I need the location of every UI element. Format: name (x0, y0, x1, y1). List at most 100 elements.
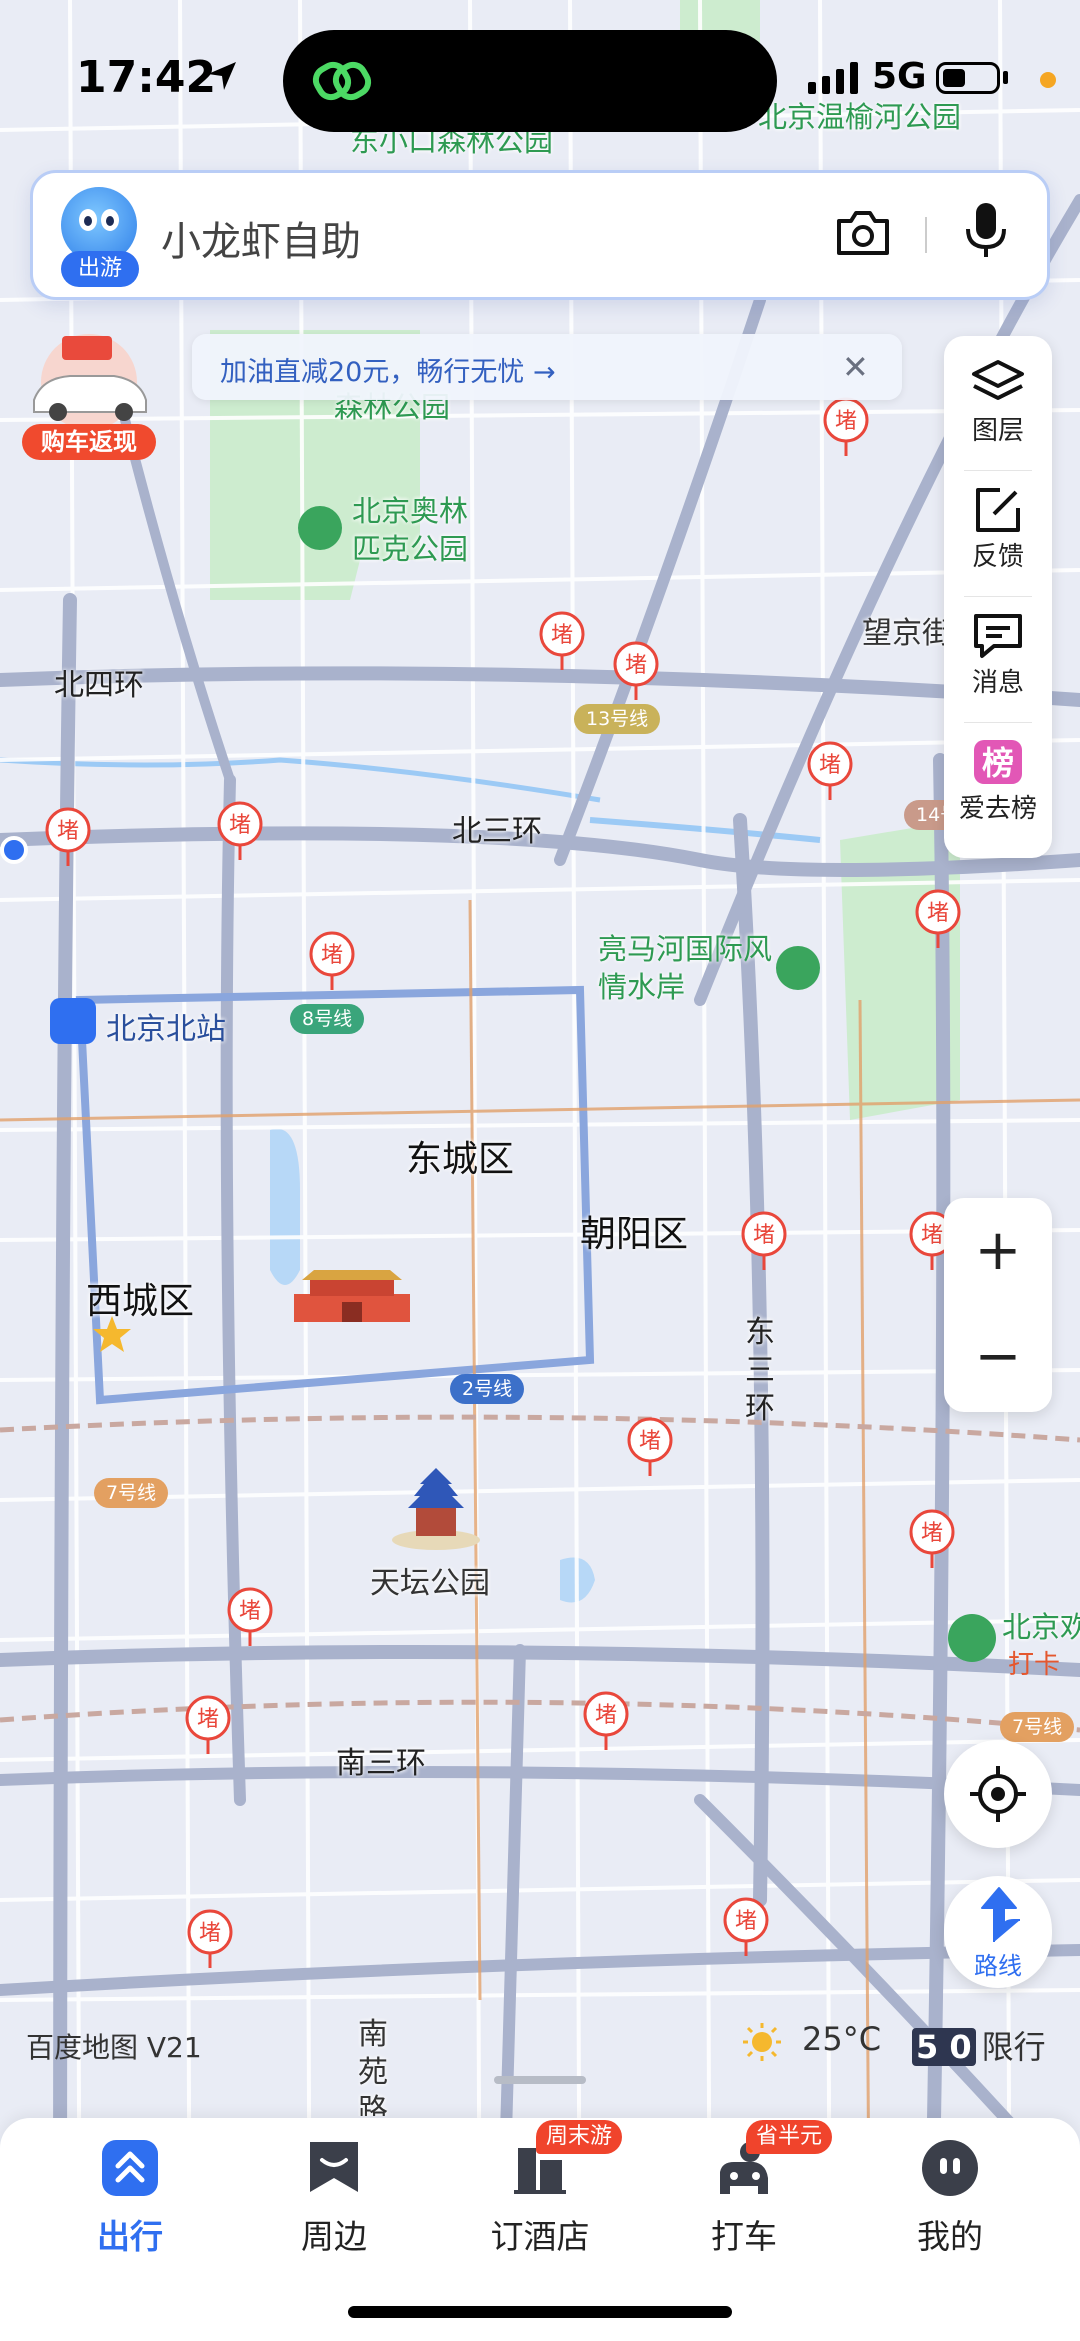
jam-label: 堵 (921, 1223, 943, 1248)
dynamic-island (283, 30, 777, 132)
jam-label: 堵 (551, 623, 573, 648)
nearby-icon (310, 2142, 358, 2192)
jam-label: 堵 (753, 1223, 775, 1248)
district-label: 朝阳区 (580, 1214, 689, 1255)
traffic-jam-marker-icon[interactable]: 堵 (44, 806, 92, 866)
svg-text:榜: 榜 (982, 744, 1014, 782)
traffic-restriction[interactable]: 5 0 限行 (912, 2022, 1046, 2068)
park-pin-icon (298, 506, 342, 550)
subway-line-label: 2号线 (450, 1374, 525, 1404)
messages-button[interactable]: 消息 (944, 598, 1052, 718)
jam-label: 堵 (735, 1909, 757, 1934)
side-item-label: 消息 (971, 668, 1024, 698)
jam-label: 堵 (321, 943, 343, 968)
traffic-jam-marker-icon[interactable]: 堵 (538, 610, 586, 670)
car-promo-badge[interactable]: 购车返现 (22, 330, 156, 460)
traffic-jam-marker-icon[interactable]: 堵 (722, 1896, 770, 1956)
status-time: 17:42 (76, 52, 217, 103)
traffic-jam-marker-icon[interactable]: 堵 (626, 1416, 674, 1476)
subway-line-label: 7号线 (94, 1478, 169, 1508)
tab-nearby[interactable]: 周边 (244, 2118, 424, 2288)
search-bar[interactable]: 出游 小龙虾自助 (30, 170, 1050, 300)
ring-road-label: 南三环 (336, 1746, 426, 1781)
ring-road-label: 东三环 (745, 1315, 775, 1426)
traffic-jam-marker-icon[interactable]: 堵 (308, 930, 356, 990)
jam-label: 堵 (819, 753, 841, 778)
fuel-promo-banner[interactable]: 加油直减20元，畅行无忧 → ✕ (192, 334, 902, 400)
traffic-jam-marker-icon[interactable]: 堵 (908, 1508, 956, 1568)
traffic-jam-marker-icon[interactable]: 堵 (226, 1586, 274, 1646)
tab-promo-badge: 周末游 (536, 2120, 623, 2154)
promo-text[interactable]: 加油直减20元，畅行无忧 → (220, 350, 556, 389)
traffic-jam-marker-icon[interactable]: 堵 (740, 1210, 788, 1270)
park-pin-icon (776, 946, 820, 990)
location-arrow-icon (208, 62, 236, 90)
tab-profile[interactable]: 我的 (860, 2118, 1040, 2288)
traffic-jam-marker-icon[interactable]: 堵 (186, 1908, 234, 1968)
jam-label: 堵 (229, 813, 251, 838)
battery-icon (936, 62, 1000, 94)
zoom-out-button[interactable]: − (944, 1304, 1052, 1410)
tab-taxi[interactable]: 省半元 打车 (654, 2118, 834, 2288)
water-area (270, 1128, 300, 1285)
traffic-jam-marker-icon[interactable]: 堵 (582, 1690, 630, 1750)
jam-label: 堵 (835, 409, 857, 434)
jam-label: 堵 (57, 819, 79, 844)
park-pin-icon (948, 1614, 996, 1662)
status-bar: 17:42 5G (0, 0, 1080, 160)
side-item-label: 爱去榜 (958, 794, 1037, 824)
jam-label: 堵 (927, 901, 949, 926)
feedback-icon (976, 488, 1020, 532)
jam-label: 堵 (639, 1429, 661, 1454)
route-arrow-icon (981, 1887, 1020, 1942)
tab-travel[interactable]: 出行 (40, 2118, 220, 2288)
sun-icon (743, 2023, 781, 2061)
ring-road-label: 北四环 (54, 668, 144, 703)
locate-me-button[interactable] (944, 1740, 1052, 1848)
poi-label: 望京街 (862, 616, 952, 651)
subway-line-label: 7号线 (1000, 1712, 1075, 1742)
district-label: 东城区 (406, 1139, 515, 1180)
close-icon[interactable]: ✕ (842, 348, 869, 386)
star-marker-icon (93, 1316, 131, 1352)
route-button[interactable]: 路线 (944, 1876, 1052, 1988)
ranking-button[interactable]: 榜 爱去榜 (944, 724, 1052, 844)
sheet-drag-handle[interactable] (494, 2076, 586, 2084)
camera-icon[interactable] (833, 203, 893, 263)
network-type: 5G (872, 56, 927, 97)
microphone-icon[interactable] (958, 199, 1014, 263)
route-label[interactable]: 路线 (944, 1946, 1052, 1981)
traffic-jam-marker-icon[interactable]: 堵 (216, 800, 264, 860)
jam-label: 堵 (625, 653, 647, 678)
poi-label: 南苑路 (358, 2017, 388, 2116)
traffic-jam-marker-icon[interactable]: 堵 (914, 888, 962, 948)
travel-icon (102, 2140, 158, 2196)
car-promo-label[interactable]: 购车返现 (22, 424, 156, 460)
traffic-jam-marker-icon[interactable]: 堵 (822, 396, 870, 456)
crosshair-icon (970, 1766, 1026, 1822)
tab-label: 打车 (711, 2217, 777, 2256)
tab-label: 我的 (917, 2217, 983, 2256)
zoom-in-button[interactable]: + (944, 1198, 1052, 1304)
traffic-jam-marker-icon[interactable]: 堵 (806, 740, 854, 800)
traffic-jam-marker-icon[interactable]: 堵 (184, 1694, 232, 1754)
search-input[interactable]: 小龙虾自助 (161, 209, 361, 267)
tab-label: 周边 (301, 2217, 367, 2256)
park-label: 北京奥林匹克公园 (352, 494, 469, 566)
tab-hotel[interactable]: 周末游 订酒店 (450, 2118, 630, 2288)
feedback-button[interactable]: 反馈 (944, 472, 1052, 592)
temperature: 25°C (802, 2020, 881, 2058)
jam-label: 堵 (921, 1521, 943, 1546)
trip-badge[interactable]: 出游 (61, 251, 139, 287)
traffic-jam-marker-icon[interactable]: 堵 (612, 640, 660, 700)
ring-road-label: 北三环 (452, 814, 542, 849)
checkin-badge: 打卡 (1008, 1650, 1061, 1680)
side-item-label: 反馈 (971, 542, 1024, 572)
layers-button[interactable]: 图层 (944, 346, 1052, 466)
jam-label: 堵 (197, 1707, 219, 1732)
ranking-icon: 榜 (974, 740, 1022, 784)
car-icon (33, 334, 147, 430)
home-indicator (348, 2306, 732, 2318)
jam-label: 堵 (595, 1703, 617, 1728)
restriction-label: 限行 (981, 2028, 1046, 2066)
